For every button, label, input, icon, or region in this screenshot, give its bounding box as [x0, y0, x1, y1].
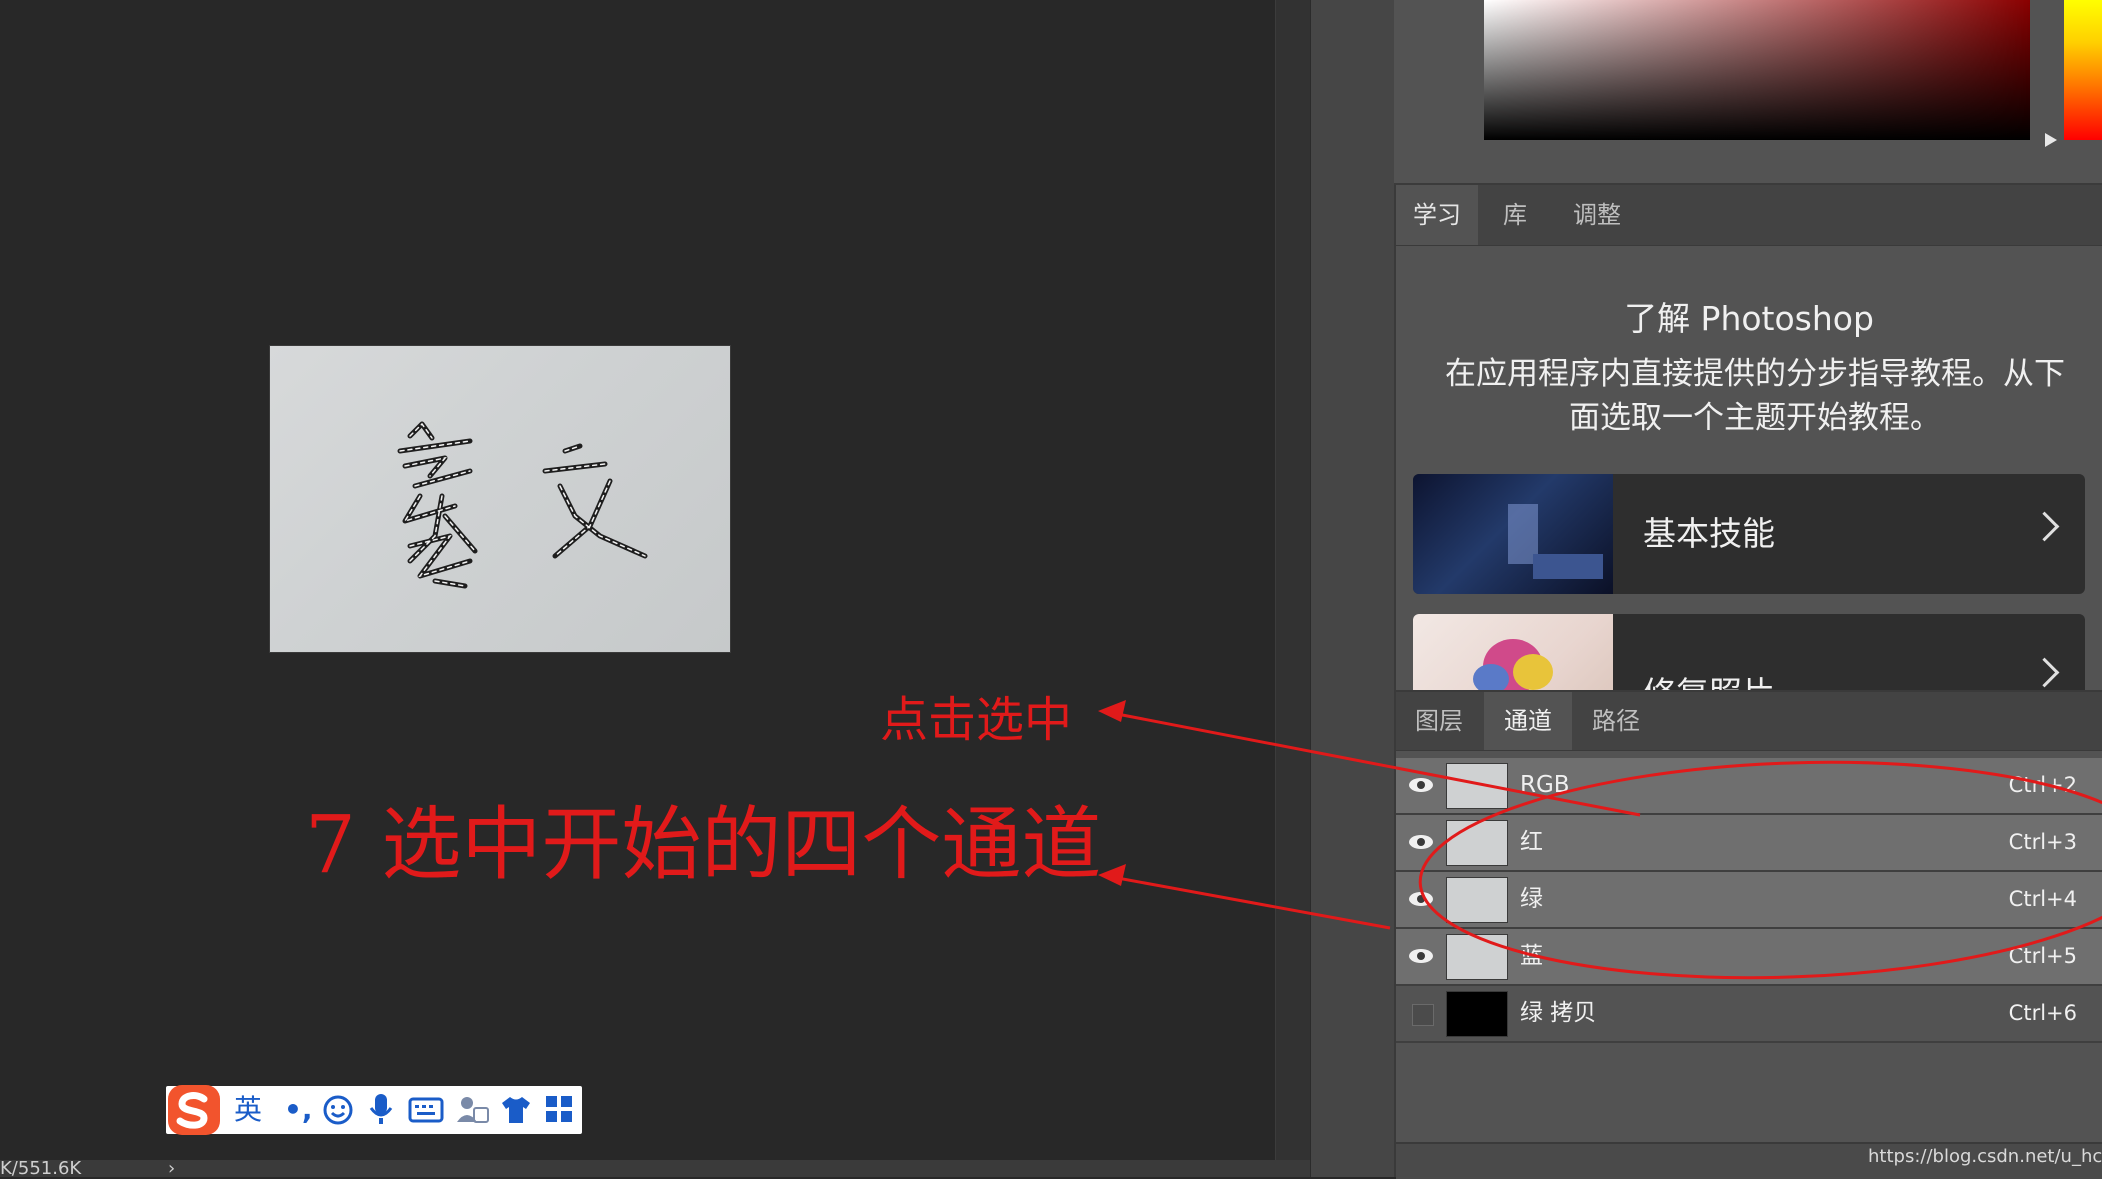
channels-highlight-ellipse — [1418, 760, 2102, 980]
annotation-click-select: 点击选中 — [880, 692, 1073, 748]
arrowhead-step-icon — [1098, 864, 1126, 886]
arrow-line-step — [1111, 875, 1391, 930]
arrow-line-click — [1111, 711, 1641, 817]
annotation-overlay — [1098, 700, 2102, 980]
annotation-step-text: 7 选中开始的四个通道 — [305, 798, 1102, 891]
arrowhead-click-icon — [1098, 700, 1126, 722]
